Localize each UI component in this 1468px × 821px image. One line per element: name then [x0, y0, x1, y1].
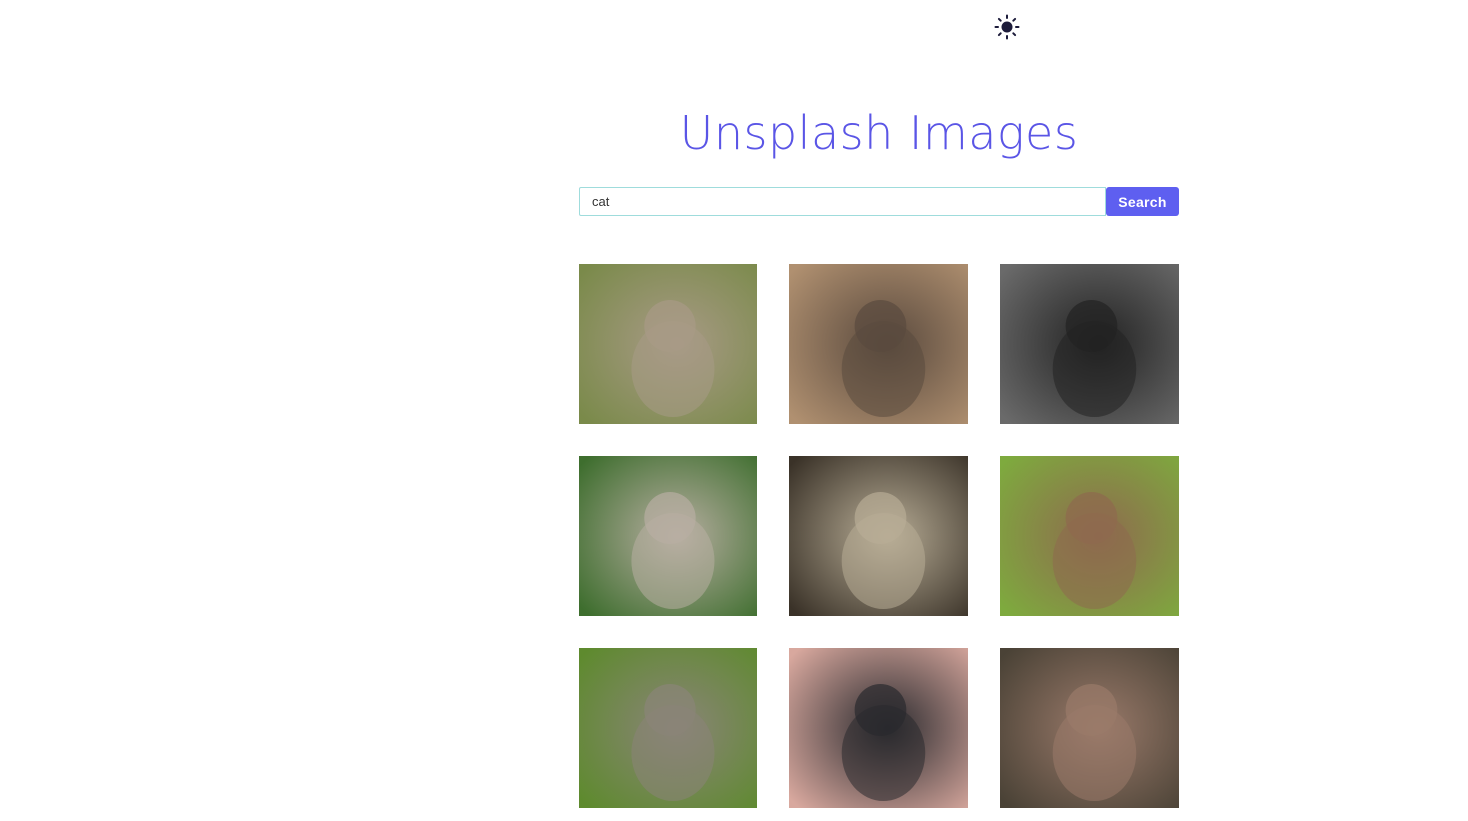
- macaque-face-image[interactable]: [789, 264, 968, 424]
- monkey-window-image[interactable]: [789, 456, 968, 616]
- search-button[interactable]: Search: [1106, 187, 1179, 216]
- theme-toggle-button[interactable]: [994, 14, 1020, 40]
- chimpanzee-bw-image[interactable]: [1000, 264, 1179, 424]
- monkey-sitting-ground-image[interactable]: [1000, 648, 1179, 808]
- macaque-baby-image[interactable]: [579, 264, 757, 424]
- page-title: Unsplash Images: [679, 106, 1079, 160]
- gorilla-image[interactable]: [789, 648, 968, 808]
- monkey-with-baby-image[interactable]: [579, 648, 757, 808]
- monkey-eating-image[interactable]: [1000, 456, 1179, 616]
- sun-icon: [994, 14, 1020, 40]
- search-input[interactable]: [579, 187, 1106, 216]
- image-grid: [579, 264, 1179, 808]
- search-form: Search: [579, 187, 1179, 216]
- macaques-group-image[interactable]: [579, 456, 757, 616]
